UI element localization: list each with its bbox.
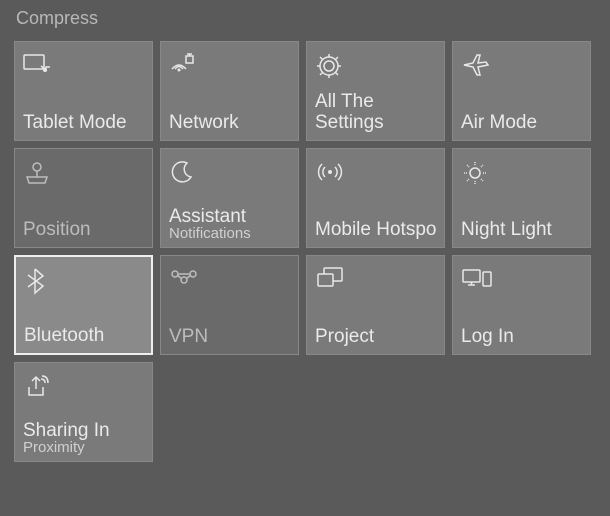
tile-label: Night Light [461,220,582,241]
vpn-icon [169,266,290,294]
quick-actions-grid: Tablet Mode Network [14,41,596,462]
moon-icon [169,159,290,187]
tile-tablet-mode[interactable]: Tablet Mode [14,41,153,141]
tile-label: Position [23,220,144,241]
project-icon [315,266,436,294]
airplane-icon [461,52,582,80]
gear-icon [315,52,436,80]
tile-position[interactable]: Position [14,148,153,248]
tile-sublabel: Notifications [169,226,290,241]
tile-bluetooth[interactable]: Bluetooth [14,255,153,355]
tile-night-light[interactable]: Night Light [452,148,591,248]
tile-network[interactable]: Network [160,41,299,141]
sun-icon [461,159,582,187]
tile-all-settings[interactable]: All The Settings [306,41,445,141]
network-icon [169,52,290,80]
tile-label: All The Settings [315,92,436,134]
tile-assistant-notifications[interactable]: Assistant Notifications [160,148,299,248]
location-icon [23,159,144,187]
tile-label: Tablet Mode [23,113,144,134]
tile-label: VPN [169,327,290,348]
panel-header: Compress [16,8,596,29]
tile-label: Project [315,327,436,348]
share-icon [23,373,144,401]
tile-sharing-proximity[interactable]: Sharing In Proximity [14,362,153,462]
tile-label: Log In [461,327,582,348]
tile-label: Air Mode [461,113,582,134]
tile-mobile-hotspot[interactable]: Mobile Hotspot [306,148,445,248]
tablet-mode-icon [23,52,144,80]
tile-sublabel: Proximity [23,440,144,455]
bluetooth-icon [24,267,143,295]
tile-air-mode[interactable]: Air Mode [452,41,591,141]
connect-icon [461,266,582,294]
tile-log-in[interactable]: Log In [452,255,591,355]
tile-label: Network [169,113,290,134]
hotspot-icon [315,159,436,187]
tile-project[interactable]: Project [306,255,445,355]
tile-vpn[interactable]: VPN [160,255,299,355]
tile-label: Bluetooth [24,326,143,347]
tile-label: Mobile Hotspot [315,220,436,241]
